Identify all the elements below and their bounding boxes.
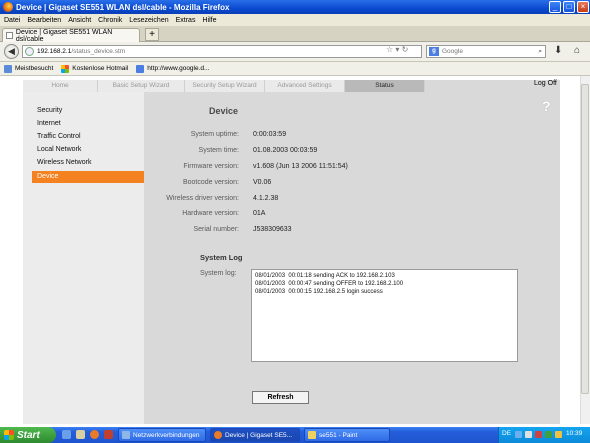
system-time-label: System time:: [198, 147, 239, 154]
new-tab-button[interactable]: +: [145, 28, 159, 41]
google-engine-icon[interactable]: g: [429, 47, 439, 56]
task-netzwerkverbindungen[interactable]: Netzwerkverbindungen: [118, 428, 206, 442]
bookmark-label: http://www.google.d...: [147, 65, 210, 72]
menu-bearbeiten[interactable]: Bearbeiten: [27, 17, 61, 24]
help-icon[interactable]: ?: [542, 98, 551, 114]
bookmark-label: Kostenlose Hotmail: [72, 65, 129, 72]
windows-logo-icon: [4, 430, 14, 440]
firefox-icon: [214, 431, 222, 439]
serial-number-value: J538309633: [253, 226, 292, 233]
menu-lesezeichen[interactable]: Lesezeichen: [129, 17, 168, 24]
wireless-driver-version-value: 4.1.2.38: [253, 195, 279, 202]
menu-chronik[interactable]: Chronik: [98, 17, 122, 24]
tab-security-setup-wizard[interactable]: Security Setup Wizard: [185, 80, 265, 92]
bootcode-version-value: V0.06: [253, 179, 272, 186]
system-time-value: 01.08.2003 00:03:59: [253, 147, 318, 154]
tab-home[interactable]: Home: [23, 80, 98, 92]
logoff-link[interactable]: Log Off: [534, 80, 557, 87]
log-line: 08/01/2003 00:01:18 sending ACK to 192.1…: [255, 273, 395, 279]
clock: 10:39: [566, 430, 583, 437]
bookmark-google[interactable]: http://www.google.d...: [136, 64, 210, 73]
task-firefox[interactable]: Device | Gigaset SE5...: [210, 428, 300, 442]
maximize-button[interactable]: □: [563, 1, 575, 13]
tab-advanced-settings[interactable]: Advanced Settings: [265, 80, 345, 92]
bootcode-version-label: Bootcode version:: [182, 179, 239, 186]
window-title-bar: Device | Gigaset SE551 WLAN dsl/cable - …: [0, 0, 590, 14]
menu-hilfe[interactable]: Hilfe: [202, 17, 216, 24]
bookmarks-bar: Meistbesucht Kostenlose Hotmail http://w…: [0, 62, 590, 76]
start-label: Start: [17, 429, 40, 441]
home-icon[interactable]: ⌂: [574, 45, 580, 56]
bookmark-hotmail[interactable]: Kostenlose Hotmail: [61, 64, 129, 73]
system-log-label: System log:: [200, 270, 237, 277]
start-button[interactable]: Start: [0, 427, 56, 443]
google-icon: [136, 64, 145, 73]
serial-number-label: Serial number:: [193, 226, 239, 233]
paint-icon: [308, 431, 316, 439]
log-line: 08/01/2003 00:00:15 192.168.2.5 login su…: [255, 289, 383, 295]
close-button[interactable]: ×: [577, 1, 589, 13]
sidebar-item-security[interactable]: Security: [32, 105, 144, 117]
window-title: Device | Gigaset SE551 WLAN dsl/cable - …: [16, 2, 230, 12]
language-indicator[interactable]: DE: [502, 430, 511, 437]
bookmark-label: Meistbesucht: [15, 65, 54, 72]
search-placeholder: Google: [442, 48, 463, 55]
network-icon: [122, 431, 130, 439]
firmware-version-label: Firmware version:: [183, 163, 239, 170]
url-path: /status_device.stm: [71, 48, 126, 55]
task-paint[interactable]: se551 - Paint: [304, 428, 390, 442]
sidebar-item-internet[interactable]: Internet: [32, 118, 144, 130]
download-icon[interactable]: ⬇: [554, 45, 562, 56]
quicklaunch-desktop-icon[interactable]: [76, 430, 85, 439]
browser-tab-label: Device | Gigaset SE551 WLAN dsl/cable: [15, 28, 113, 43]
system-uptime-value: 0:00:03:59: [253, 131, 287, 138]
bookmark-meistbesucht[interactable]: Meistbesucht: [4, 64, 54, 73]
task-label: se551 - Paint: [319, 431, 358, 439]
tray-volume-icon[interactable]: [525, 431, 532, 438]
wireless-driver-version-label: Wireless driver version:: [166, 195, 239, 202]
hardware-version-label: Hardware version:: [182, 210, 239, 217]
bookmark-folder-icon: [4, 64, 12, 73]
tab-basic-setup-wizard[interactable]: Basic Setup Wizard: [98, 80, 185, 92]
site-identity-icon[interactable]: [25, 47, 34, 56]
menu-datei[interactable]: Datei: [4, 17, 20, 24]
firmware-version-value: v1.608 (Jun 13 2006 11:51:54): [253, 163, 348, 170]
browser-tab[interactable]: Device | Gigaset SE551 WLAN dsl/cable: [2, 28, 140, 43]
search-icon[interactable]: ⌕: [538, 48, 542, 56]
tray-app-icon[interactable]: [545, 431, 552, 438]
tray-security-icon[interactable]: [535, 431, 542, 438]
quicklaunch-ie-icon[interactable]: [62, 430, 71, 439]
back-button[interactable]: ◀: [4, 44, 19, 59]
tab-status[interactable]: Status: [345, 80, 425, 92]
bookmark-star-icon[interactable]: ☆ ▾ ↻: [386, 45, 408, 54]
task-label: Netzwerkverbindungen: [133, 431, 200, 439]
page-title: Device: [209, 106, 239, 116]
search-input[interactable]: g Google ⌕: [426, 45, 546, 58]
windows-logo-icon: [61, 64, 70, 73]
url-host: 192.168.2.1: [37, 48, 72, 55]
quicklaunch-firefox-icon[interactable]: [90, 430, 99, 439]
hardware-version-value: 01A: [253, 210, 266, 217]
menu-extras[interactable]: Extras: [176, 17, 196, 24]
system-log-textarea[interactable]: 08/01/2003 00:01:18 sending ACK to 192.1…: [251, 269, 518, 362]
scrollbar-thumb[interactable]: [581, 84, 589, 394]
firefox-icon: [3, 2, 13, 12]
menu-bar: Datei Bearbeiten Ansicht Chronik Lesezei…: [0, 14, 590, 26]
tray-network-icon[interactable]: [515, 431, 522, 438]
minimize-button[interactable]: _: [549, 1, 561, 13]
page-icon: [6, 32, 13, 39]
log-line: 08/01/2003 00:00:47 sending OFFER to 192…: [255, 281, 404, 287]
system-uptime-label: System uptime:: [190, 131, 239, 138]
task-label: Device | Gigaset SE5...: [225, 431, 293, 439]
system-log-heading: System Log: [200, 253, 243, 262]
url-bar[interactable]: 192.168.2.1/status_device.stm: [22, 45, 422, 58]
refresh-button[interactable]: Refresh: [252, 391, 309, 404]
quicklaunch-app-icon[interactable]: [104, 430, 113, 439]
tray-alert-icon[interactable]: [555, 431, 562, 438]
menu-ansicht[interactable]: Ansicht: [68, 17, 91, 24]
